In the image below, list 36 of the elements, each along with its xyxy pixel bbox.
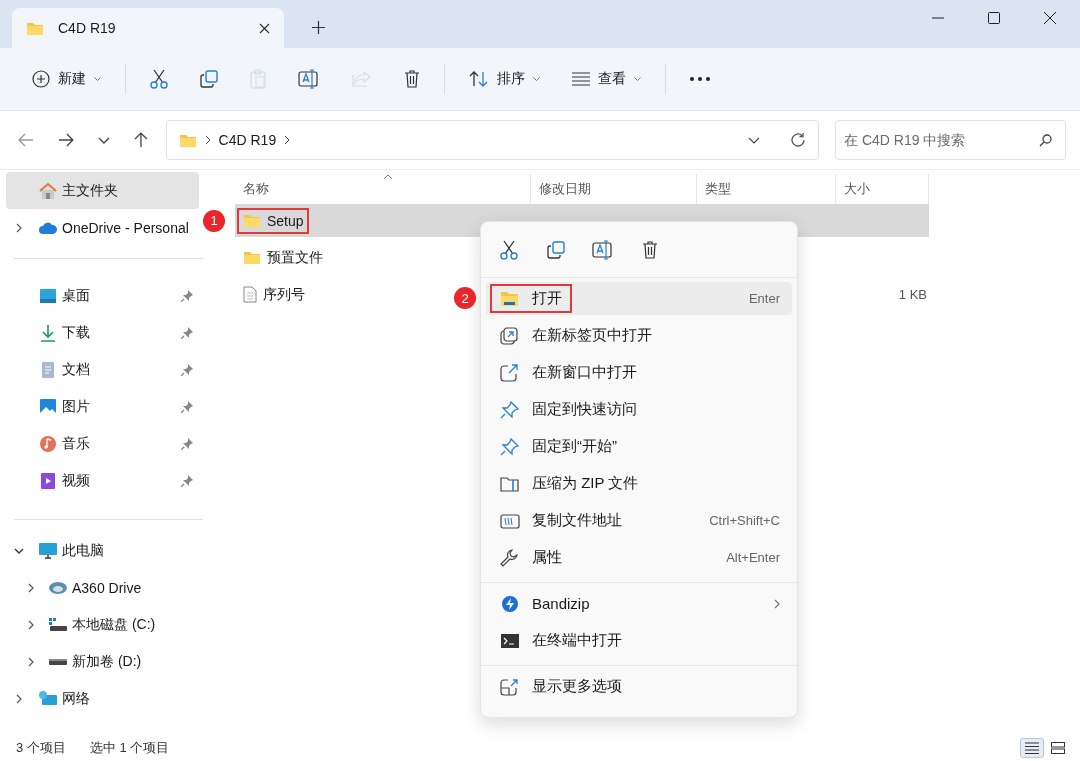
menu-label: Bandizip [532, 595, 590, 612]
selection-count: 选中 1 个项目 [89, 739, 170, 757]
step-marker: 2 [454, 287, 476, 309]
menu-label: 在终端中打开 [532, 631, 622, 650]
menu-label: 显示更多选项 [532, 677, 622, 696]
sidebar-label: 音乐 [62, 434, 90, 453]
sidebar-label: 视频 [62, 471, 90, 490]
menu-label: 固定到“开始” [532, 437, 617, 456]
menu-label: 固定到快速访问 [532, 400, 637, 419]
shortcut-label: Ctrl+Shift+C [709, 513, 780, 528]
sidebar-label: 图片 [62, 397, 90, 416]
menu-label: 压缩为 ZIP 文件 [532, 474, 639, 493]
sidebar-label: 文档 [62, 360, 90, 379]
file-name: 预置文件 [267, 248, 323, 267]
menu-label: 属性 [532, 548, 562, 567]
sidebar-label: 此电脑 [62, 541, 104, 560]
shortcut-label: Enter [748, 291, 780, 306]
menu-label: 打开 [532, 289, 562, 308]
menu-label: 在新标签页中打开 [532, 326, 652, 345]
tab-title: C4D R19 [58, 20, 117, 36]
sidebar-label: 下载 [62, 323, 90, 342]
step-marker: 1 [203, 209, 225, 232]
menu-label: 在新窗口中打开 [532, 363, 637, 382]
menu-label: 复制文件地址 [532, 511, 622, 530]
file-name: Setup [267, 212, 304, 229]
sidebar-label: 桌面 [62, 286, 90, 305]
sidebar-label: 主文件夹 [62, 181, 118, 200]
item-count: 3 个项目 [16, 739, 66, 757]
file-name: 序列号 [263, 285, 305, 304]
shortcut-label: Alt+Enter [726, 550, 780, 565]
sidebar-label: 网络 [62, 689, 90, 708]
file-size: 1 KB [898, 287, 927, 302]
sidebar-label: A360 Drive [72, 579, 142, 596]
sidebar-label: 本地磁盘 (C:) [72, 615, 156, 634]
sidebar-label: OneDrive - Personal [62, 219, 189, 236]
sidebar-label: 新加卷 (D:) [72, 652, 142, 671]
